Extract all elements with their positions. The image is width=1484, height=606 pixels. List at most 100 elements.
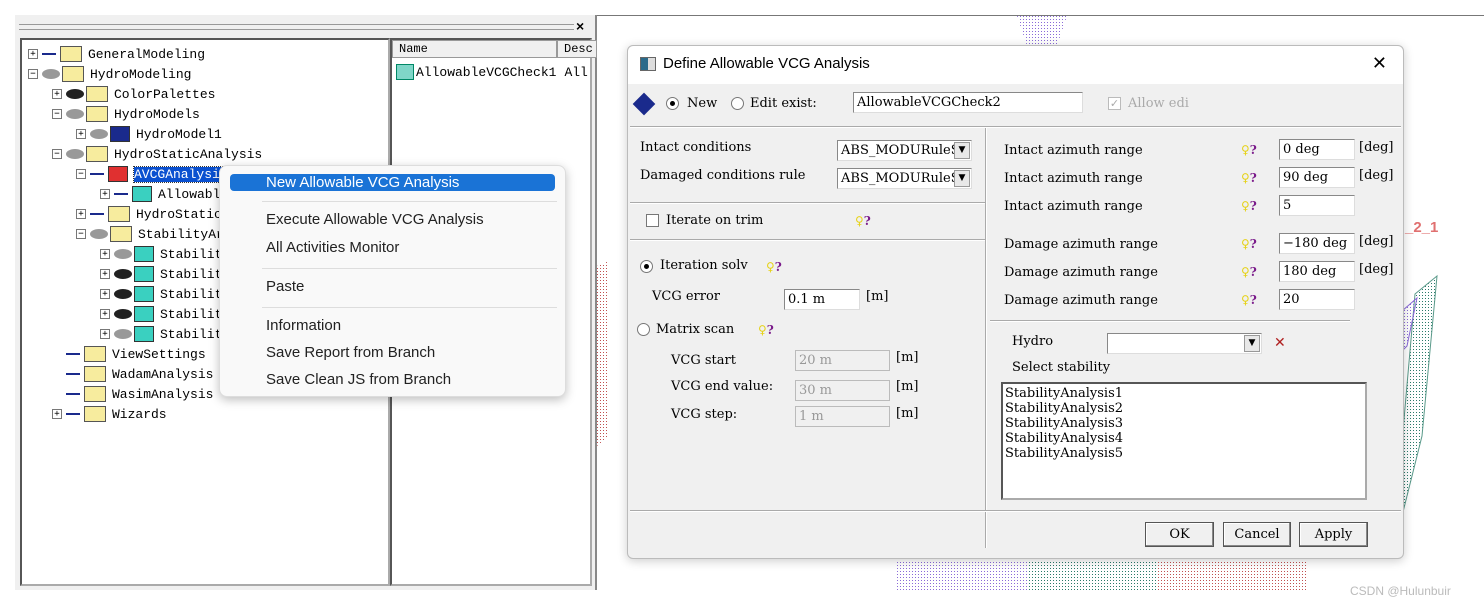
- tree-item[interactable]: − StabilityAr: [76, 224, 224, 244]
- expand-icon[interactable]: +: [76, 209, 86, 219]
- list-row[interactable]: AllowableVCGCheck1 All: [396, 62, 588, 82]
- tree-item[interactable]: WadamAnalysis: [52, 364, 213, 384]
- menu-item-execute-allowable-vcg-analysis[interactable]: Execute Allowable VCG Analysis: [230, 210, 555, 230]
- dialog-close-button[interactable]: ✕: [1372, 53, 1387, 74]
- azimuth-input[interactable]: 90 deg: [1279, 167, 1355, 188]
- panel-close-button[interactable]: ×: [576, 18, 584, 34]
- tree-item[interactable]: − AVCGAnalysis: [76, 164, 229, 184]
- intact-conditions-select[interactable]: ABS_MODURuleSe ▼: [837, 140, 972, 161]
- column-header-desc[interactable]: Desc: [557, 40, 597, 58]
- panel-grip[interactable]: [19, 24, 574, 30]
- help-icon[interactable]: ♀?: [1241, 293, 1257, 307]
- expand-icon[interactable]: +: [28, 49, 38, 59]
- edit-exist-radio[interactable]: [731, 97, 744, 110]
- chevron-down-icon[interactable]: ▼: [954, 170, 970, 187]
- damaged-conditions-select[interactable]: ABS_MODURuleSe ▼: [837, 168, 972, 189]
- matrix-scan-radio[interactable]: [637, 323, 650, 336]
- visibility-eye-icon[interactable]: [42, 69, 60, 79]
- help-icon[interactable]: ♀?: [1241, 199, 1257, 213]
- tree-item[interactable]: − HydroModeling: [28, 64, 191, 84]
- vcg-step-input[interactable]: 1 m: [795, 406, 890, 427]
- column-header-name[interactable]: Name: [392, 40, 557, 58]
- menu-item-all-activities-monitor[interactable]: All Activities Monitor: [230, 238, 555, 258]
- help-icon[interactable]: ♀?: [855, 214, 871, 228]
- chevron-down-icon[interactable]: ▼: [1244, 335, 1260, 352]
- visibility-eye-icon[interactable]: [114, 269, 132, 279]
- vcg-start-input[interactable]: 20 m: [795, 350, 890, 371]
- tree-item[interactable]: + Stabilit: [100, 304, 222, 324]
- tree-item[interactable]: + Allowabl: [100, 184, 220, 204]
- stability-list-item[interactable]: StabilityAnalysis3: [1005, 416, 1363, 431]
- visibility-eye-icon[interactable]: [66, 109, 84, 119]
- tree-item[interactable]: WasimAnalysis: [52, 384, 213, 404]
- menu-item-new-allowable-vcg-analysis[interactable]: New Allowable VCG Analysis: [230, 174, 555, 191]
- menu-item-information[interactable]: Information: [230, 316, 555, 336]
- clear-icon[interactable]: ✕: [1274, 334, 1286, 351]
- visibility-eye-icon[interactable]: [90, 229, 108, 239]
- help-icon[interactable]: ♀?: [1241, 171, 1257, 185]
- expand-icon[interactable]: +: [100, 329, 110, 339]
- stability-listbox[interactable]: StabilityAnalysis1 StabilityAnalysis2 Stab…: [1001, 382, 1367, 500]
- help-icon[interactable]: ♀?: [758, 323, 774, 337]
- analysis-name-input[interactable]: AllowableVCGCheck2: [853, 92, 1083, 113]
- help-icon[interactable]: ♀?: [766, 260, 782, 274]
- stability-list-item[interactable]: StabilityAnalysis5: [1005, 446, 1363, 461]
- expand-icon[interactable]: +: [52, 89, 62, 99]
- collapse-icon[interactable]: −: [52, 109, 62, 119]
- stability-list-item[interactable]: StabilityAnalysis1: [1005, 386, 1363, 401]
- azimuth-input[interactable]: 0 deg: [1279, 139, 1355, 160]
- apply-button[interactable]: Apply: [1299, 522, 1368, 547]
- azimuth-input[interactable]: 180 deg: [1279, 261, 1355, 282]
- iteration-solver-radio[interactable]: [640, 260, 653, 273]
- help-icon[interactable]: ♀?: [1241, 237, 1257, 251]
- tree-item[interactable]: + Stabilit: [100, 324, 222, 344]
- tree-item[interactable]: + Stabilit: [100, 284, 222, 304]
- visibility-eye-icon[interactable]: [114, 289, 132, 299]
- tree-item[interactable]: + Stabilit: [100, 244, 222, 264]
- new-radio[interactable]: [666, 97, 679, 110]
- help-icon[interactable]: ♀?: [1241, 143, 1257, 157]
- tree-item[interactable]: + GeneralModeling: [28, 44, 205, 64]
- vcg-end-input[interactable]: 30 m: [795, 380, 890, 401]
- collapse-icon[interactable]: −: [76, 169, 86, 179]
- expand-icon[interactable]: +: [100, 269, 110, 279]
- stability-list-item[interactable]: StabilityAnalysis4: [1005, 431, 1363, 446]
- dialog-title-bar[interactable]: Define Allowable VCG Analysis ✕: [628, 46, 1403, 84]
- visibility-eye-icon[interactable]: [114, 329, 132, 339]
- expand-icon[interactable]: +: [100, 249, 110, 259]
- help-icon[interactable]: ♀?: [1241, 265, 1257, 279]
- stability-list-item[interactable]: StabilityAnalysis2: [1005, 401, 1363, 416]
- hydro-select[interactable]: ▼: [1107, 333, 1262, 354]
- tree-item[interactable]: − HydroModels: [52, 104, 200, 124]
- azimuth-input[interactable]: 5: [1279, 195, 1355, 216]
- help-book-icon[interactable]: [632, 92, 656, 116]
- iterate-on-trim-checkbox[interactable]: [646, 214, 659, 227]
- expand-icon[interactable]: +: [76, 129, 86, 139]
- visibility-eye-icon[interactable]: [66, 149, 84, 159]
- visibility-eye-icon[interactable]: [66, 89, 84, 99]
- ok-button[interactable]: OK: [1145, 522, 1214, 547]
- tree-item[interactable]: − HydroStaticAnalysis: [52, 144, 262, 164]
- expand-icon[interactable]: +: [52, 409, 62, 419]
- menu-item-save-clean-js-from-branch[interactable]: Save Clean JS from Branch: [230, 370, 555, 390]
- azimuth-input[interactable]: −180 deg: [1279, 233, 1355, 254]
- collapse-icon[interactable]: −: [76, 229, 86, 239]
- menu-item-paste[interactable]: Paste: [230, 277, 555, 297]
- azimuth-input[interactable]: 20: [1279, 289, 1355, 310]
- vcg-error-input[interactable]: 0.1 m: [784, 289, 860, 310]
- visibility-eye-icon[interactable]: [114, 309, 132, 319]
- collapse-icon[interactable]: −: [52, 149, 62, 159]
- visibility-eye-icon[interactable]: [90, 129, 108, 139]
- tree-item[interactable]: + HydroModel1: [76, 124, 222, 144]
- allow-edit-checkbox[interactable]: ✓: [1108, 97, 1121, 110]
- tree-item[interactable]: ViewSettings: [52, 344, 206, 364]
- visibility-eye-icon[interactable]: [114, 249, 132, 259]
- cancel-button[interactable]: Cancel: [1223, 522, 1291, 547]
- expand-icon[interactable]: +: [100, 289, 110, 299]
- expand-icon[interactable]: +: [100, 189, 110, 199]
- tree-item[interactable]: + HydroStatic: [76, 204, 222, 224]
- tree-item[interactable]: + Stabilit: [100, 264, 222, 284]
- tree-item[interactable]: + ColorPalettes: [52, 84, 215, 104]
- expand-icon[interactable]: +: [100, 309, 110, 319]
- chevron-down-icon[interactable]: ▼: [954, 142, 970, 159]
